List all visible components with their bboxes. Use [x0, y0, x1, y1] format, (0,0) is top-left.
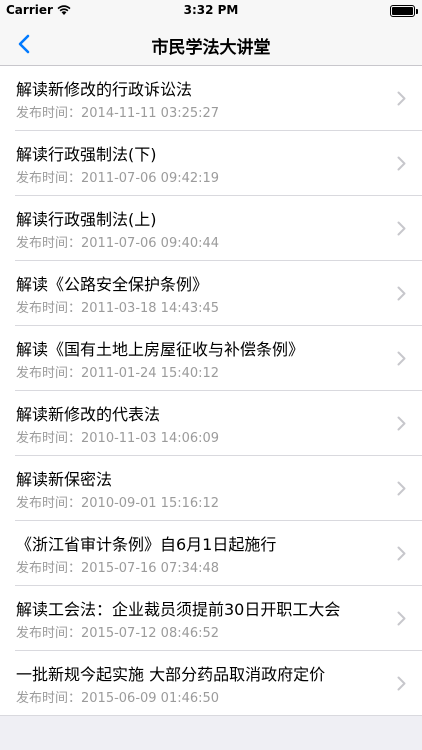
- list-item[interactable]: 解读新保密法发布时间：2010-09-01 15:16:12: [0, 456, 422, 521]
- list-item[interactable]: 解读行政强制法(下) 发布时间：2011-07-06 09:42:19: [0, 131, 422, 196]
- article-title: 解读《公路安全保护条例》: [16, 275, 209, 294]
- list-item[interactable]: 《浙江省审计条例》自6月1日起施行发布时间：2015-07-16 07:34:4…: [0, 521, 422, 586]
- chevron-right-icon: [397, 351, 406, 366]
- chevron-right-icon: [397, 286, 406, 301]
- article-publish-time: 发布时间：2014-11-11 03:25:27: [16, 106, 220, 121]
- article-title: 解读新修改的代表法: [16, 405, 161, 424]
- status-bar: Carrier 3:32 PM: [0, 0, 422, 22]
- chevron-right-icon: [397, 416, 406, 431]
- article-title: 解读新修改的行政诉讼法: [16, 80, 193, 99]
- page-title: 市民学法大讲堂: [151, 38, 271, 58]
- article-publish-time: 发布时间：2015-07-12 08:46:52: [16, 626, 220, 641]
- list-item[interactable]: 解读行政强制法(上) 发布时间：2011-07-06 09:40:44: [0, 196, 422, 261]
- list-item[interactable]: 解读工会法：企业裁员须提前30日开职工大会发布时间：2015-07-12 08:…: [0, 586, 422, 651]
- article-title: 解读行政强制法(下): [16, 145, 157, 164]
- article-list: 解读新修改的行政诉讼法 发布时间：2014-11-11 03:25:27 解读行政强…: [0, 66, 422, 716]
- chevron-right-icon: [397, 156, 406, 171]
- article-title: 《浙江省审计条例》自6月1日起施行: [16, 535, 277, 554]
- article-title: 解读工会法：企业裁员须提前30日开职工大会: [16, 600, 341, 619]
- article-publish-time: 发布时间：2015-07-16 07:34:48: [16, 561, 220, 576]
- article-publish-time: 发布时间：2010-11-03 14:06:09: [16, 431, 220, 446]
- chevron-right-icon: [397, 546, 406, 561]
- article-publish-time: 发布时间：2011-07-06 09:42:19: [16, 171, 220, 186]
- chevron-right-icon: [397, 221, 406, 236]
- chevron-right-icon: [397, 611, 406, 626]
- article-title: 解读《国有土地上房屋征收与补偿条例》: [16, 340, 305, 359]
- chevron-right-icon: [397, 481, 406, 496]
- chevron-right-icon: [397, 676, 406, 691]
- status-time: 3:32 PM: [183, 3, 239, 17]
- list-item[interactable]: 解读《公路安全保护条例》发布时间：2011-03-18 14:43:45: [0, 261, 422, 326]
- list-item[interactable]: 解读新修改的行政诉讼法发布时间：2014-11-11 03:25:27: [0, 66, 422, 131]
- article-publish-time: 发布时间：2010-09-01 15:16:12: [16, 496, 220, 511]
- chevron-right-icon: [397, 91, 406, 106]
- article-publish-time: 发布时间：2015-06-09 01:46:50: [16, 691, 220, 706]
- list-item[interactable]: 解读《国有土地上房屋征收与补偿条例》发布时间：2011-01-24 15:40:…: [0, 326, 422, 391]
- article-publish-time: 发布时间：2011-07-06 09:40:44: [16, 236, 220, 251]
- battery-icon: [390, 5, 418, 17]
- article-title: 一批新规今起实施 大部分药品取消政府定价: [16, 665, 326, 684]
- article-title: 解读行政强制法(上): [16, 210, 157, 229]
- article-title: 解读新保密法: [16, 470, 113, 489]
- article-publish-time: 发布时间：2011-01-24 15:40:12: [16, 366, 220, 381]
- list-item[interactable]: 解读新修改的代表法发布时间：2010-11-03 14:06:09: [0, 391, 422, 456]
- list-item[interactable]: 一批新规今起实施 大部分药品取消政府定价发布时间：2015-06-09 01:4…: [0, 651, 422, 716]
- navigation-bar: 市民学法大讲堂: [0, 22, 422, 66]
- article-publish-time: 发布时间：2011-03-18 14:43:45: [16, 301, 220, 316]
